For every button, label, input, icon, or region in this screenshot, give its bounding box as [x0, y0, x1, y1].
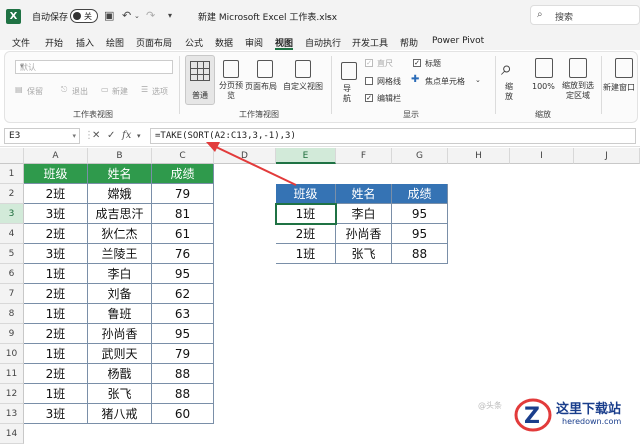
- annotation-arrow-icon: [206, 142, 297, 186]
- watermark-handle: @头条: [478, 401, 502, 410]
- watermark-url: heredown.com: [562, 417, 622, 426]
- watermark-logo-icon: Z: [514, 398, 552, 432]
- watermark-brand: 这里下载站: [556, 402, 622, 417]
- svg-text:Z: Z: [524, 404, 540, 429]
